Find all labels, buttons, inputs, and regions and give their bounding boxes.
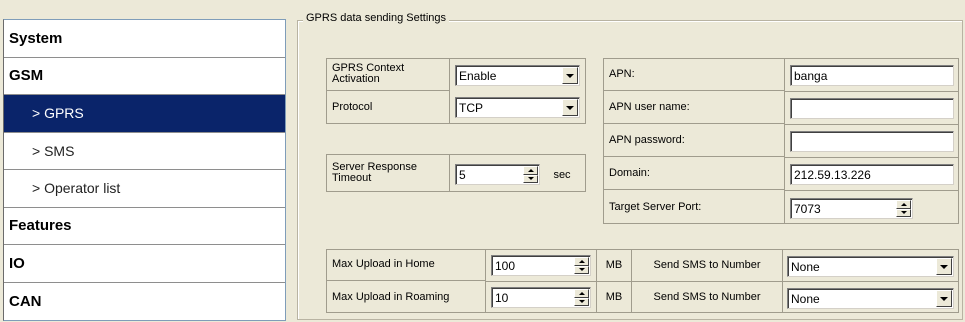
sidebar-item-sms[interactable]: > SMS — [4, 133, 285, 170]
roaming-upload-unit: MB — [605, 291, 623, 303]
spin-buttons[interactable] — [574, 257, 589, 274]
domain-input[interactable]: 212.59.13.226 — [790, 164, 954, 185]
apn-password-input[interactable] — [790, 131, 954, 152]
sidebar-item-operator-list[interactable]: > Operator list — [4, 170, 285, 208]
context-activation-label: GPRS Context Activation — [326, 58, 450, 91]
target-port-stepper[interactable]: 7073 — [790, 198, 913, 219]
apn-label: APN: — [603, 58, 785, 91]
chevron-down-icon[interactable] — [936, 258, 952, 275]
max-upload-home-label: Max Upload in Home — [326, 249, 486, 281]
sidebar-item-can[interactable]: CAN — [4, 283, 285, 321]
sms-roaming-label: Send SMS to Number — [653, 291, 761, 303]
max-upload-home-stepper[interactable]: 100 — [491, 255, 591, 276]
home-upload-unit: MB — [605, 259, 623, 271]
domain-label: Domain: — [603, 157, 785, 190]
server-timeout-stepper[interactable]: 5 — [455, 164, 540, 185]
chevron-down-icon[interactable] — [562, 67, 578, 84]
max-upload-roaming-stepper[interactable]: 10 — [491, 287, 591, 308]
spin-buttons[interactable] — [523, 166, 538, 183]
apn-user-label: APN user name: — [603, 91, 785, 124]
protocol-label: Protocol — [326, 91, 450, 124]
sidebar-item-io[interactable]: IO — [4, 245, 285, 283]
max-upload-roaming-label: Max Upload in Roaming — [326, 281, 486, 313]
timeout-unit: sec — [553, 168, 571, 181]
server-timeout-label: Server Response Timeout — [326, 154, 450, 192]
sidebar-item-features[interactable]: Features — [4, 208, 285, 245]
apn-user-input[interactable] — [790, 98, 954, 119]
spin-buttons[interactable] — [896, 200, 911, 217]
sidebar-nav: System GSM > GPRS > SMS > Operator list … — [3, 19, 286, 321]
chevron-down-icon[interactable] — [562, 99, 578, 116]
divider — [782, 249, 783, 313]
apn-password-label: APN password: — [603, 124, 785, 157]
protocol-select[interactable]: TCP — [455, 97, 580, 118]
divider — [785, 157, 959, 158]
context-activation-select[interactable]: Enable — [455, 65, 580, 86]
sidebar-item-system[interactable]: System — [4, 20, 285, 58]
divider — [785, 124, 959, 125]
apn-input[interactable]: banga — [790, 65, 954, 86]
spin-buttons[interactable] — [574, 289, 589, 306]
target-port-label: Target Server Port: — [603, 190, 785, 224]
sms-home-label: Send SMS to Number — [653, 259, 761, 271]
sidebar-item-gprs[interactable]: > GPRS — [4, 95, 285, 133]
group-title: GPRS data sending Settings — [303, 12, 450, 24]
divider — [785, 91, 959, 92]
divider — [785, 190, 959, 191]
chevron-down-icon[interactable] — [936, 290, 952, 307]
sidebar-item-gsm[interactable]: GSM — [4, 58, 285, 95]
sms-roaming-select[interactable]: None — [787, 288, 954, 309]
sms-home-select[interactable]: None — [787, 256, 954, 277]
